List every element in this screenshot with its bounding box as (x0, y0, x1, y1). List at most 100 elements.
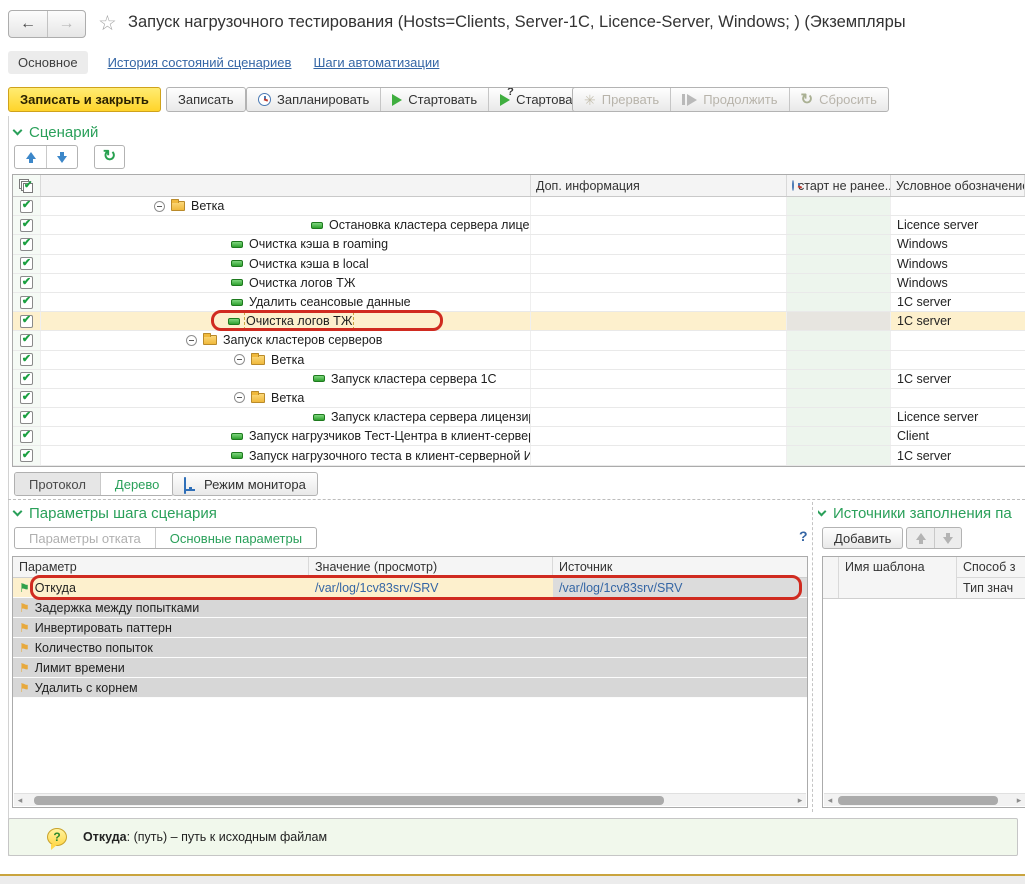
scenario-row[interactable]: ✔Запуск кластера сервера 1С1C server (13, 370, 1025, 389)
reset-button[interactable]: ↻ Сбросить (789, 88, 888, 111)
scenario-row[interactable]: ✔Ветка (13, 351, 1025, 370)
param-row[interactable]: ⚑Удалить с корнем (13, 678, 807, 698)
row-checkbox[interactable]: ✔ (20, 334, 33, 347)
row-checkbox[interactable]: ✔ (20, 200, 33, 213)
param-value-cell[interactable] (309, 658, 553, 677)
scenario-row[interactable]: ✔Очистка логов ТЖWindows (13, 274, 1025, 293)
row-checkbox[interactable]: ✔ (20, 257, 33, 270)
panel-separator-vertical[interactable] (812, 502, 813, 812)
row-checkbox[interactable]: ✔ (20, 296, 33, 309)
column-value[interactable]: Значение (просмотр) (309, 557, 553, 577)
param-row[interactable]: ⚑Лимит времени (13, 658, 807, 678)
scenario-row[interactable]: ✔Ветка (13, 197, 1025, 216)
main-params-tab[interactable]: Основные параметры (155, 528, 316, 548)
param-value-cell[interactable] (309, 598, 553, 617)
select-all-header[interactable]: ✔ (13, 175, 41, 196)
column-unit[interactable]: Условное обозначение ед (891, 175, 1025, 196)
param-value-cell[interactable] (309, 678, 553, 697)
row-checkbox[interactable]: ✔ (20, 430, 33, 443)
schedule-button[interactable]: Запланировать (247, 88, 380, 111)
row-checkbox[interactable]: ✔ (20, 449, 33, 462)
add-source-button[interactable]: Добавить (822, 527, 903, 549)
scenario-row[interactable]: ✔Запуск кластера сервера лицензированияL… (13, 408, 1025, 427)
scroll-right-icon[interactable]: ▸ (1013, 794, 1025, 807)
step-params-section-header[interactable]: Параметры шага сценария (14, 505, 217, 522)
scenario-row[interactable]: ✔Очистка кэша в localWindows (13, 255, 1025, 274)
save-close-button[interactable]: Записать и закрыть (8, 87, 161, 112)
expander-icon[interactable] (234, 354, 245, 365)
column-fill-method[interactable]: Способ з (957, 557, 1025, 577)
scenario-row[interactable]: ✔Запуск нагрузчиков Тест-Центра в клиент… (13, 427, 1025, 446)
move-up-button[interactable] (15, 146, 46, 168)
save-button[interactable]: Записать (166, 87, 246, 112)
scroll-thumb[interactable] (838, 796, 998, 805)
scenario-row[interactable]: ✔Запуск нагрузочного теста в клиент-серв… (13, 446, 1025, 465)
row-checkbox[interactable]: ✔ (20, 276, 33, 289)
tab-main[interactable]: Основное (8, 51, 88, 74)
forward-icon[interactable]: → (47, 11, 85, 37)
back-icon[interactable]: ← (9, 11, 47, 37)
param-source-cell: /var/log/1cv83srv/SRV (553, 578, 807, 597)
column-step[interactable] (41, 175, 531, 196)
source-move-down-button[interactable] (934, 528, 961, 548)
param-row[interactable]: ⚑Задержка между попытками (13, 598, 807, 618)
protocol-button[interactable]: Протокол (15, 473, 100, 495)
scenario-row[interactable]: ✔Очистка логов ТЖ1C server (13, 312, 1025, 331)
scroll-right-icon[interactable]: ▸ (794, 794, 806, 807)
tree-button[interactable]: Дерево (100, 473, 173, 495)
param-value-cell[interactable] (309, 618, 553, 637)
help-link[interactable]: ? (799, 528, 808, 544)
param-value[interactable]: /var/log/1cv83srv/SRV (315, 581, 438, 595)
param-name: Количество попыток (35, 641, 153, 655)
tab-state-history[interactable]: История состояний сценариев (108, 55, 292, 70)
scroll-thumb[interactable] (34, 796, 664, 805)
scenario-row[interactable]: ✔Удалить сеансовые данные1C server (13, 293, 1025, 312)
param-row[interactable]: ⚑Количество попыток (13, 638, 807, 658)
expander-icon[interactable] (154, 201, 165, 212)
row-checkbox[interactable]: ✔ (20, 411, 33, 424)
start-button[interactable]: Стартовать (380, 88, 488, 111)
move-down-button[interactable] (46, 146, 77, 168)
column-parameter[interactable]: Параметр (13, 557, 309, 577)
start-cell (787, 235, 891, 253)
column-start-not-earlier[interactable]: старт не ранее... (787, 175, 891, 196)
scenario-row[interactable]: ✔Ветка (13, 389, 1025, 408)
row-checkbox[interactable]: ✔ (20, 391, 33, 404)
scroll-left-icon[interactable]: ◂ (824, 794, 836, 807)
column-source[interactable]: Источник (553, 557, 807, 577)
sources-section-header[interactable]: Источники заполнения па (818, 505, 1025, 522)
continue-button[interactable]: Продолжить (670, 88, 788, 111)
favorite-star-icon[interactable]: ☆ (98, 11, 117, 36)
source-move-up-button[interactable] (907, 528, 934, 548)
param-value-cell[interactable] (309, 638, 553, 657)
param-row[interactable]: ⚑Откуда/var/log/1cv83srv/SRV/var/log/1cv… (13, 578, 807, 598)
param-value-cell[interactable]: /var/log/1cv83srv/SRV (309, 578, 553, 597)
expander-icon[interactable] (186, 335, 197, 346)
row-checkbox[interactable]: ✔ (20, 315, 33, 328)
column-info[interactable]: Доп. информация (531, 175, 787, 196)
row-checkbox[interactable]: ✔ (20, 238, 33, 251)
rollback-params-tab[interactable]: Параметры отката (15, 528, 155, 548)
sources-marker-column (823, 557, 839, 598)
params-hscrollbar[interactable]: ◂ ▸ (14, 793, 806, 806)
row-checkbox[interactable]: ✔ (20, 372, 33, 385)
monitor-mode-button[interactable]: Режим монитора (172, 472, 318, 496)
row-checkbox[interactable]: ✔ (20, 219, 33, 232)
info-cell (531, 446, 787, 464)
scenario-row[interactable]: ✔Запуск кластеров серверов (13, 331, 1025, 350)
column-value-type[interactable]: Тип знач (957, 577, 1025, 598)
scenario-row[interactable]: ✔Остановка кластера сервера лицензирован… (13, 216, 1025, 235)
scenario-row[interactable]: ✔Очистка кэша в roamingWindows (13, 235, 1025, 254)
column-template-name[interactable]: Имя шаблона (839, 557, 957, 598)
expander-icon[interactable] (234, 392, 245, 403)
param-row[interactable]: ⚑Инвертировать паттерн (13, 618, 807, 638)
sources-hscrollbar[interactable]: ◂ ▸ (824, 793, 1025, 806)
row-checkbox[interactable]: ✔ (20, 353, 33, 366)
page-title: Запуск нагрузочного тестирования (Hosts=… (128, 13, 1025, 32)
scenario-section-header[interactable]: Сценарий (14, 124, 98, 141)
refresh-button[interactable]: ↻ (94, 145, 125, 169)
tab-automation-steps[interactable]: Шаги автоматизации (313, 55, 439, 70)
chevron-down-icon (818, 507, 826, 517)
interrupt-button[interactable]: ✳ Прервать (573, 88, 670, 111)
scroll-left-icon[interactable]: ◂ (14, 794, 26, 807)
